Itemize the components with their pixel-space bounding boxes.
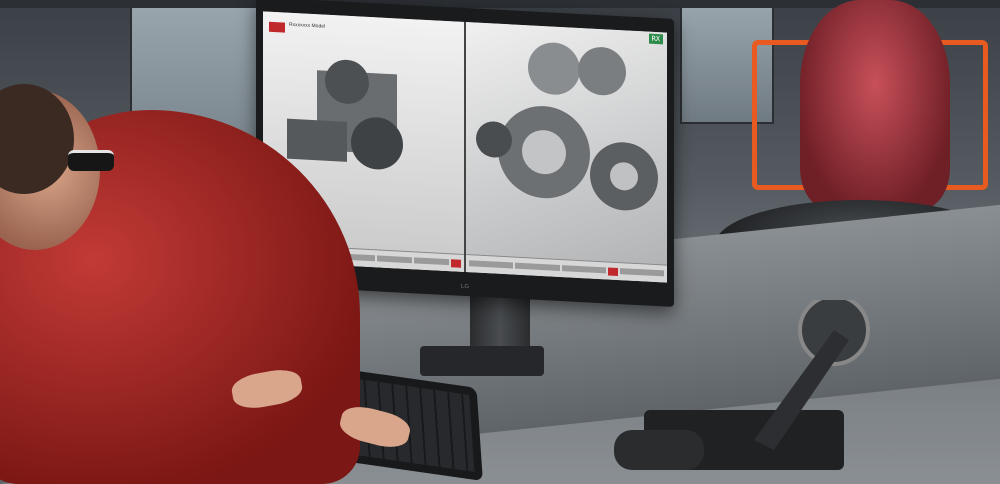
monitor-brand: LG	[460, 283, 470, 291]
software-logo	[269, 21, 285, 33]
monitor-base	[420, 346, 544, 376]
software-logo-text: Rxxxxxxx Model	[289, 21, 326, 30]
industrial-robot	[800, 0, 950, 210]
cad-viewport-right[interactable]: RX	[466, 22, 667, 283]
safety-glasses	[68, 150, 114, 171]
mechanical-part-model	[614, 300, 870, 470]
cad-toolbar[interactable]	[466, 254, 667, 283]
factory-scene: Rxxxxxxx Model RX LG	[0, 0, 1000, 484]
engine-model-render	[476, 42, 658, 211]
